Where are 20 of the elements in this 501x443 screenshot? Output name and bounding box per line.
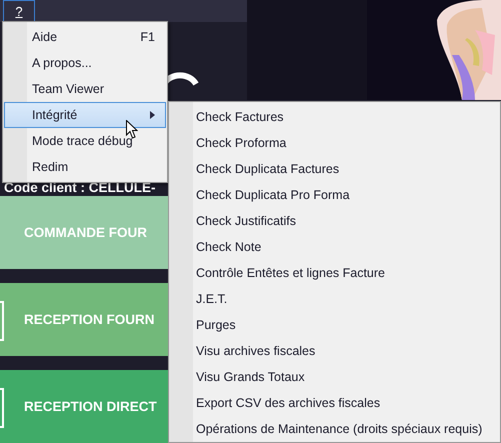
- menu-item[interactable]: Check Justificatifs: [169, 208, 500, 234]
- menu-item[interactable]: Check Note: [169, 234, 500, 260]
- menu-item[interactable]: Redim: [4, 154, 166, 180]
- menu-item[interactable]: Mode trace débug: [4, 128, 166, 154]
- menu-item[interactable]: Visu archives fiscales: [169, 338, 500, 364]
- menu-item[interactable]: J.E.T.: [169, 286, 500, 312]
- menu-item[interactable]: Purges: [169, 312, 500, 338]
- menu-item[interactable]: Aide F1: [4, 24, 166, 50]
- menu-item[interactable]: Check Duplicata Factures: [169, 156, 500, 182]
- menu-item[interactable]: Export CSV des archives fiscales: [169, 390, 500, 416]
- menu-item[interactable]: A propos...: [4, 50, 166, 76]
- menu-item[interactable]: Check Proforma: [169, 130, 500, 156]
- menu-item[interactable]: Check Duplicata Pro Forma: [169, 182, 500, 208]
- menu-item[interactable]: Team Viewer: [4, 76, 166, 102]
- menu-item[interactable]: Intégrité: [4, 102, 166, 128]
- menu-item[interactable]: Visu Grands Totaux: [169, 364, 500, 390]
- menu-item[interactable]: Contrôle Entêtes et lignes Facture: [169, 260, 500, 286]
- menu-item[interactable]: Opérations de Maintenance (droits spéciaux requis): [169, 416, 500, 442]
- client-code-label: Code client : CELLULE-: [4, 180, 156, 196]
- menu-item[interactable]: Check Factures: [169, 104, 500, 130]
